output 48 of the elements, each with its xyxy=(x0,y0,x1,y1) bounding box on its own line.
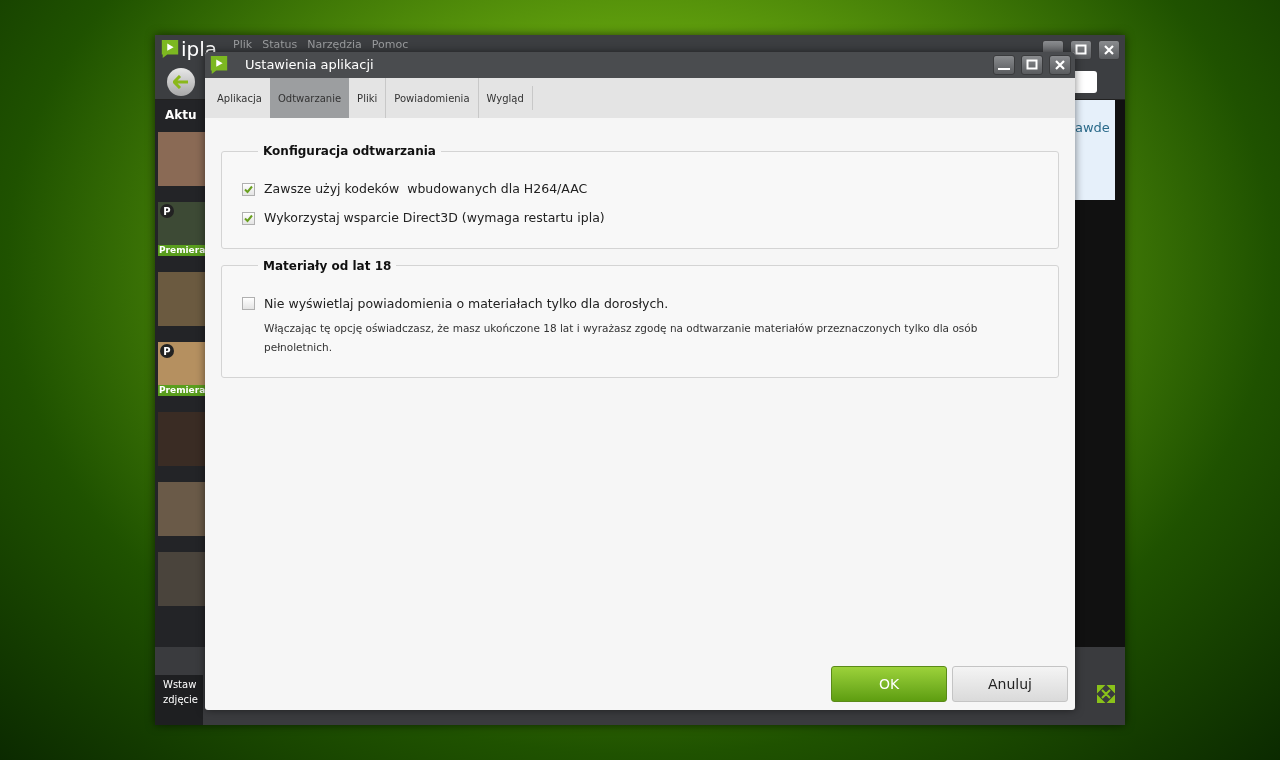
fullscreen-icon[interactable] xyxy=(1097,685,1115,703)
close-button[interactable] xyxy=(1098,40,1120,60)
arrow-left-icon xyxy=(173,75,189,89)
video-thumbnail[interactable] xyxy=(158,132,205,186)
play-logo-icon xyxy=(160,39,180,59)
settings-tab[interactable]: Odtwarzanie xyxy=(269,78,350,118)
maximize-icon xyxy=(1026,59,1038,71)
video-thumbnail[interactable]: P Premiera xyxy=(158,202,205,256)
menu-item[interactable]: Narzędzia xyxy=(307,39,362,51)
checkbox[interactable] xyxy=(242,297,255,311)
premiere-badge: P xyxy=(160,204,174,218)
video-thumbnail[interactable] xyxy=(158,552,205,606)
close-icon xyxy=(1103,44,1115,56)
premiere-label: Premiera xyxy=(158,245,207,256)
video-thumbnail[interactable] xyxy=(158,482,205,536)
section-heading: Aktu xyxy=(164,107,198,124)
group-title: Konfiguracja odtwarzania xyxy=(262,143,437,160)
dialog-title: Ustawienia aplikacji xyxy=(245,56,374,75)
video-thumbnail[interactable] xyxy=(158,272,205,326)
option-note: Włączając tę opcję oświadczasz, że masz ukończone 18 lat i wyrażasz zgodę na odtwarzanie materiałów przeznaczonych tylko dla osób pełnoletnich. xyxy=(264,321,979,356)
premiere-badge: P xyxy=(160,344,174,358)
checkbox[interactable] xyxy=(242,182,255,196)
settings-tab[interactable]: Pliki xyxy=(349,78,386,118)
settings-tab[interactable]: Wygląd xyxy=(477,78,532,118)
maximize-icon xyxy=(1075,44,1087,56)
option-label: Zawsze użyj kodeków wbudowanych dla H264/AAC xyxy=(264,180,588,198)
video-thumbnail[interactable] xyxy=(158,412,205,466)
option-label: Wykorzystaj wsparcie Direct3D (wymaga restartu ipla) xyxy=(264,208,605,227)
settings-tab[interactable]: Aplikacja xyxy=(209,78,270,118)
settings-tab[interactable]: Powiadomienia xyxy=(385,78,478,118)
menu-item[interactable]: Pomoc xyxy=(371,39,409,51)
checkbox[interactable] xyxy=(242,211,255,225)
menu-item[interactable]: Plik xyxy=(233,39,253,51)
minimize-button[interactable] xyxy=(993,55,1015,75)
video-thumbnail[interactable]: P Premiera xyxy=(158,342,205,396)
banner-text: awde xyxy=(1075,119,1110,137)
option-label: Nie wyświetlaj powiadomienia o materiałach tylko dla dorosłych. xyxy=(264,294,669,313)
group-title: Materiały od lat 18 xyxy=(262,257,393,275)
maximize-button[interactable] xyxy=(1021,55,1043,75)
insert-photo-label[interactable]: Wstaw zdjęcie xyxy=(155,675,203,725)
back-button[interactable] xyxy=(167,68,195,96)
minimize-icon xyxy=(998,68,1010,70)
close-button[interactable] xyxy=(1049,55,1071,75)
premiere-label: Premiera xyxy=(158,385,207,396)
menu-item[interactable]: Status xyxy=(262,39,298,51)
maximize-button[interactable] xyxy=(1070,40,1092,60)
dialog-button[interactable]: Anuluj xyxy=(952,666,1068,702)
close-icon xyxy=(1054,59,1066,71)
